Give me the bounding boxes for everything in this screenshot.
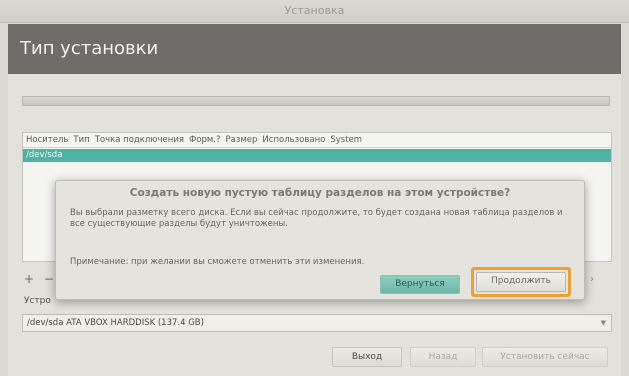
partition-bar bbox=[22, 96, 610, 106]
change-partition-button[interactable]: › bbox=[590, 274, 594, 285]
window-titlebar: Установка bbox=[0, 0, 629, 23]
confirm-dialog: Создать новую пустую таблицу разделов на… bbox=[55, 180, 585, 300]
dialog-note: Примечание: при желании вы сможете отмен… bbox=[70, 257, 365, 267]
device-cell: /dev/sda bbox=[26, 150, 63, 160]
column-header[interactable]: Тип bbox=[73, 133, 89, 147]
page-title: Тип установки bbox=[8, 24, 621, 74]
table-header: Носитель Тип Точка подключения Форм.? Ра… bbox=[23, 133, 611, 148]
remove-partition-button[interactable]: − bbox=[44, 272, 54, 286]
table-row[interactable]: /dev/sda bbox=[23, 149, 611, 162]
partition-bar-fill bbox=[23, 97, 609, 105]
column-header[interactable]: Размер bbox=[226, 133, 258, 147]
column-header[interactable]: Форм.? bbox=[189, 133, 221, 147]
quit-button[interactable]: Выход bbox=[332, 347, 402, 367]
dialog-continue-button[interactable]: Продолжить bbox=[476, 272, 566, 292]
dialog-message: Вы выбрали разметку всего диска. Если вы… bbox=[70, 208, 563, 229]
column-header[interactable]: Точка подключения bbox=[95, 133, 184, 147]
boot-device-select[interactable]: /dev/sda ATA VBOX HARDDISK (137.4 GB) ▼ bbox=[22, 314, 612, 332]
boot-device-label: Устро bbox=[24, 296, 51, 306]
device-select-value: /dev/sda ATA VBOX HARDDISK (137.4 GB) bbox=[27, 318, 204, 328]
dialog-title: Создать новую пустую таблицу разделов на… bbox=[129, 187, 511, 199]
column-header[interactable]: System bbox=[330, 133, 362, 147]
window-title: Установка bbox=[284, 4, 345, 17]
install-now-button[interactable]: Установить сейчас bbox=[482, 347, 608, 367]
add-partition-button[interactable]: + bbox=[24, 272, 34, 286]
column-header[interactable]: Использовано bbox=[262, 133, 325, 147]
dialog-back-button[interactable]: Вернуться bbox=[380, 275, 460, 294]
chevron-down-icon: ▼ bbox=[600, 319, 606, 327]
back-button[interactable]: Назад bbox=[410, 347, 476, 367]
column-header[interactable]: Носитель bbox=[26, 133, 68, 147]
